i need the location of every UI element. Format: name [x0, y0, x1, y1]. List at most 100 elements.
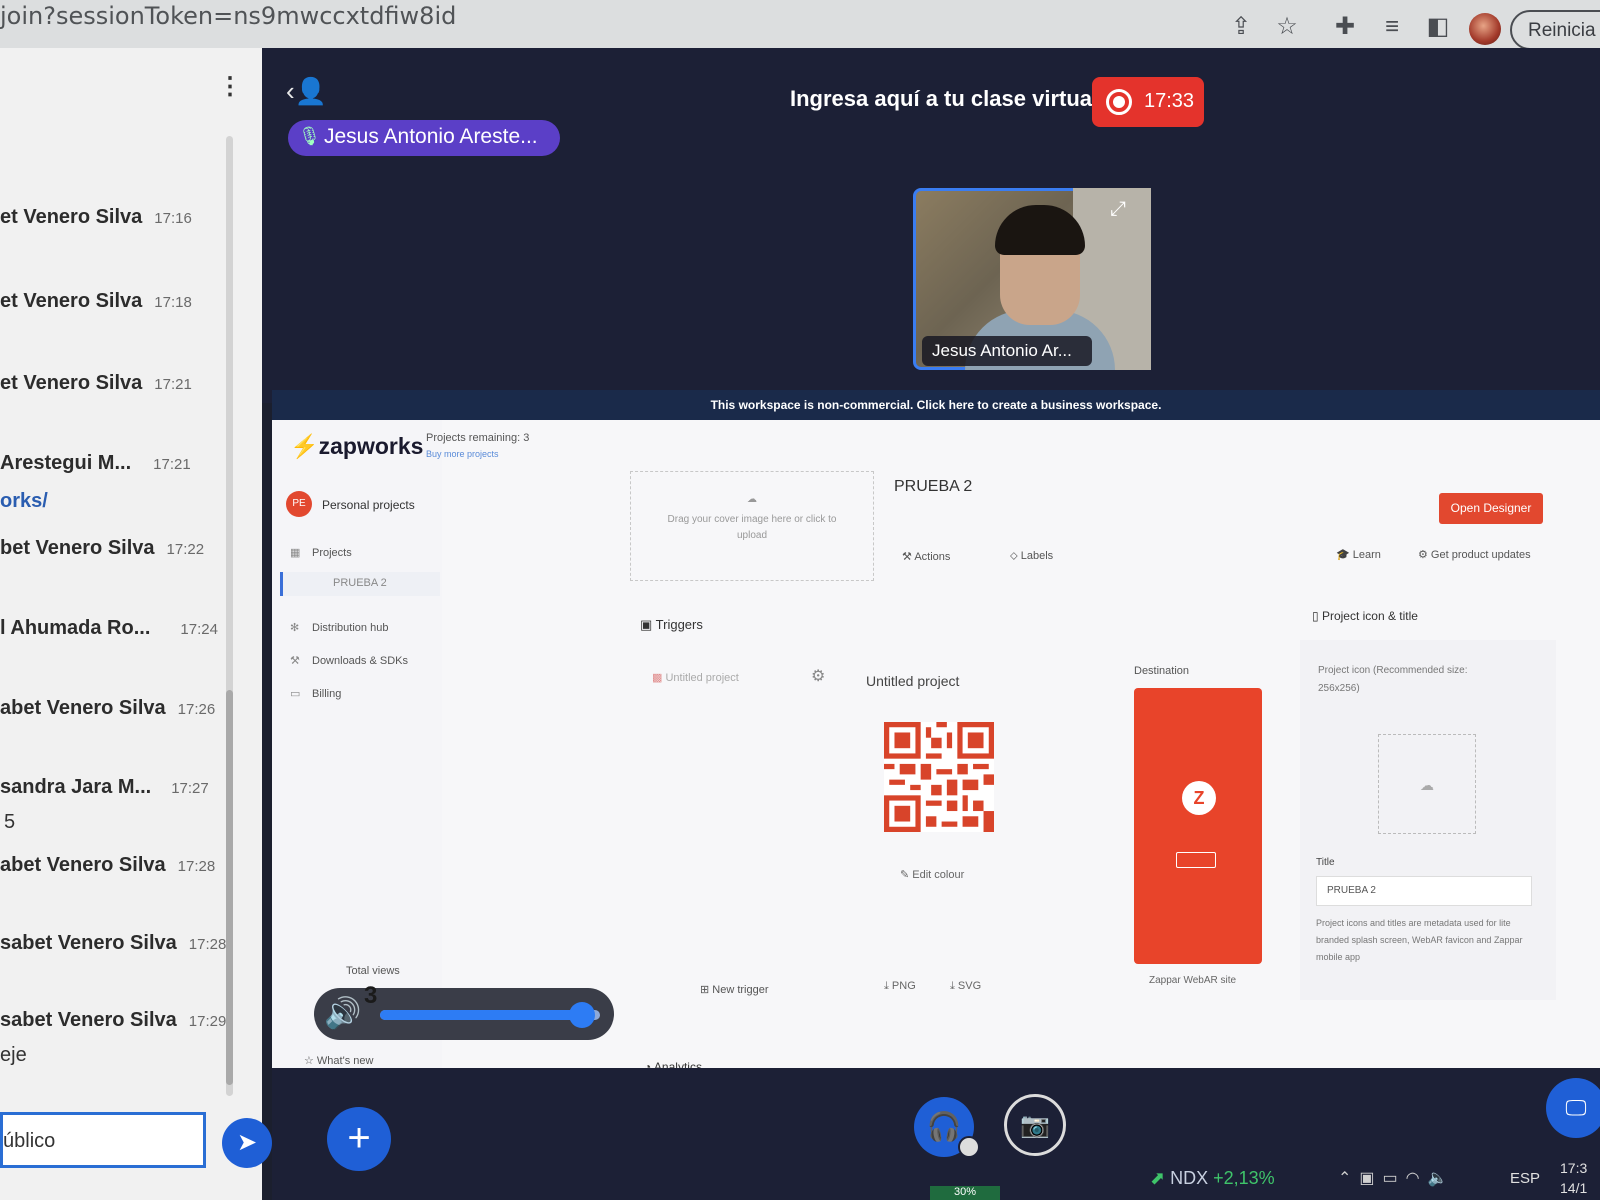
buy-more-link[interactable]: Buy more projects [426, 449, 499, 459]
sidebar-item-billing[interactable]: ▭ Billing [290, 687, 341, 700]
edit-colour-button[interactable]: ✎ Edit colour [900, 868, 964, 881]
users-toggle-icon[interactable]: ‹👤 [286, 76, 327, 107]
chat-message: et Venero Silva 17:21 [0, 372, 192, 394]
card-icon: ▭ [290, 688, 301, 700]
headphones-icon: 🎧 [926, 1111, 962, 1142]
gear-icon: ⚙ [1418, 549, 1431, 561]
chat-link[interactable]: orks/ [0, 490, 48, 513]
sidebar-item-downloads[interactable]: ⚒ Downloads & SDKs [290, 654, 408, 667]
star-icon[interactable]: ☆ [1272, 12, 1302, 42]
chat-message: sabet Venero Silva 17:28 [0, 932, 227, 954]
extensions-icon[interactable]: ✚ [1330, 12, 1360, 42]
send-button[interactable]: ➤ [222, 1118, 272, 1168]
reading-list-icon[interactable]: ≡ [1377, 12, 1407, 42]
fullscreen-icon[interactable]: ⤢ [1110, 198, 1126, 221]
preview-launch-button [1176, 852, 1216, 868]
wifi-icon: ◠ [1405, 1170, 1428, 1187]
hub-icon: ✻ [290, 622, 300, 634]
share-icon[interactable]: ⇪ [1226, 12, 1256, 42]
trigger-settings-icon[interactable]: ⚙ [811, 666, 825, 686]
new-trigger-button[interactable]: ⊞ New trigger [700, 983, 769, 996]
edit-icon: ✎ [900, 869, 913, 881]
trigger-name: Untitled project [866, 673, 960, 689]
chat-message: sabet Venero Silva 17:29 [0, 1009, 227, 1031]
tag-icon: ⬦ [1010, 550, 1021, 562]
cloud-upload-icon: ☁ [1420, 777, 1434, 793]
cloud-upload-icon: ☁ [747, 494, 757, 505]
volume-icon: 🔈 [1427, 1170, 1456, 1187]
triggers-heading: ▣ Triggers [640, 617, 703, 632]
chat-message: l Ahumada Ro... 17:24 [0, 617, 218, 639]
chat-scroll-thumb[interactable] [226, 690, 233, 1085]
product-updates-link[interactable]: ⚙ Get product updates [1418, 548, 1531, 561]
metadata-note: Project icons and titles are metadata us… [1316, 918, 1523, 962]
plus-icon: + [347, 1116, 371, 1160]
more-options-icon[interactable]: ⋮ [218, 72, 242, 101]
actions-plus-button[interactable]: + [327, 1107, 391, 1171]
qr-icon: ▩ [652, 672, 666, 684]
current-talker-badge: Jesus Antonio Areste... [288, 120, 560, 156]
title-field-label: Title [1316, 857, 1335, 868]
language-indicator[interactable]: ESP [1510, 1170, 1540, 1187]
chat-message: et Venero Silva 17:16 [0, 206, 192, 228]
chat-message: bet Venero Silva 17:22 [0, 537, 205, 559]
meeting-title: Ingresa aquí a tu clase virtual [790, 86, 1099, 111]
download-icon: ⤓ [950, 980, 958, 992]
sidebar-item-projects[interactable]: ▦ Projects [290, 546, 352, 559]
speaker-icon[interactable]: 🔊 [324, 996, 361, 1031]
address-bar[interactable]: join?sessionToken=ns9mwccxtdfiw8id [0, 2, 456, 30]
chevron-up-icon: ⌃ [1338, 1170, 1360, 1187]
workspace-notice[interactable]: This workspace is non-commercial. Click … [272, 390, 1600, 420]
grid-icon: ▦ [290, 547, 301, 559]
download-png-button[interactable]: ⤓ PNG [884, 980, 916, 993]
battery-icon: ▭ [1382, 1170, 1406, 1187]
project-icon-title-heading: ▯ Project icon & title [1312, 609, 1418, 623]
display-icon: ▣ [1359, 1170, 1383, 1187]
webcam-name-label: Jesus Antonio Ar... [922, 336, 1092, 366]
graduation-cap-icon: 🎓 [1336, 549, 1353, 561]
record-icon [1106, 89, 1132, 115]
profile-avatar[interactable] [1469, 13, 1501, 45]
destination-preview[interactable] [1134, 688, 1262, 964]
trigger-list-item[interactable]: ▩ Untitled project [652, 671, 739, 684]
chat-input[interactable]: úblico [0, 1112, 206, 1168]
cover-image-upload[interactable]: ☁ Drag your cover image here or click to … [630, 471, 874, 581]
project-title: PRUEBA 2 [894, 478, 973, 495]
zapworks-logo-icon: ⚡ [290, 433, 319, 459]
trend-up-icon: ⬈ [1150, 1168, 1171, 1188]
actions-button[interactable]: ⚒ Actions [902, 550, 950, 563]
wrench-icon: ⚒ [290, 655, 300, 667]
project-icon-upload[interactable]: ☁ [1378, 734, 1476, 834]
chat-message-text: eje [0, 1044, 27, 1066]
volume-value: 3 [364, 982, 378, 1009]
wrench-icon: ⚒ [902, 551, 915, 563]
chat-message: Arestegui M... 17:21 [0, 452, 191, 474]
system-tray[interactable]: ⌃▣▭◠🔈 [1338, 1168, 1456, 1188]
sidebar-item-distribution[interactable]: ✻ Distribution hub [290, 621, 388, 634]
workspace-selector[interactable]: Personal projects [322, 498, 415, 512]
sidebar-icon[interactable]: ◧ [1423, 12, 1453, 42]
star-icon: ☆ [304, 1055, 317, 1067]
download-svg-button[interactable]: ⤓ SVG [950, 980, 981, 993]
volume-fill [380, 1010, 583, 1020]
download-icon: ⤓ [884, 980, 892, 992]
plus-box-icon: ⊞ [700, 984, 713, 996]
workspace-avatar: PE [286, 491, 312, 517]
labels-button[interactable]: ⬦ Labels [1010, 550, 1053, 563]
stock-ticker[interactable]: ⬈ NDX +2,13% [1150, 1168, 1275, 1189]
projects-remaining: Projects remaining: 3 [426, 432, 530, 444]
open-designer-button[interactable]: Open Designer [1439, 493, 1543, 524]
learn-link[interactable]: 🎓 Learn [1336, 548, 1381, 561]
chat-message: abet Venero Silva 17:26 [0, 697, 216, 719]
video-toggle-button[interactable]: 📷 [1004, 1094, 1066, 1156]
whats-new-link[interactable]: ☆ What's new [304, 1054, 373, 1067]
total-views-label: Total views [346, 965, 400, 977]
title-field[interactable]: PRUEBA 2 [1316, 876, 1532, 906]
restart-button[interactable]: Reinicia p [1510, 10, 1600, 50]
sidebar-item-prueba[interactable]: PRUEBA 2 [280, 572, 440, 596]
project-icon-label: Project icon (Recommended size: 256x256) [1318, 665, 1468, 694]
destination-name: Zappar WebAR site [1149, 975, 1237, 986]
screenshare-button[interactable]: 🖵 [1546, 1078, 1600, 1138]
qr-code [884, 722, 994, 832]
system-clock[interactable]: 17:3 14/1 [1560, 1158, 1587, 1198]
